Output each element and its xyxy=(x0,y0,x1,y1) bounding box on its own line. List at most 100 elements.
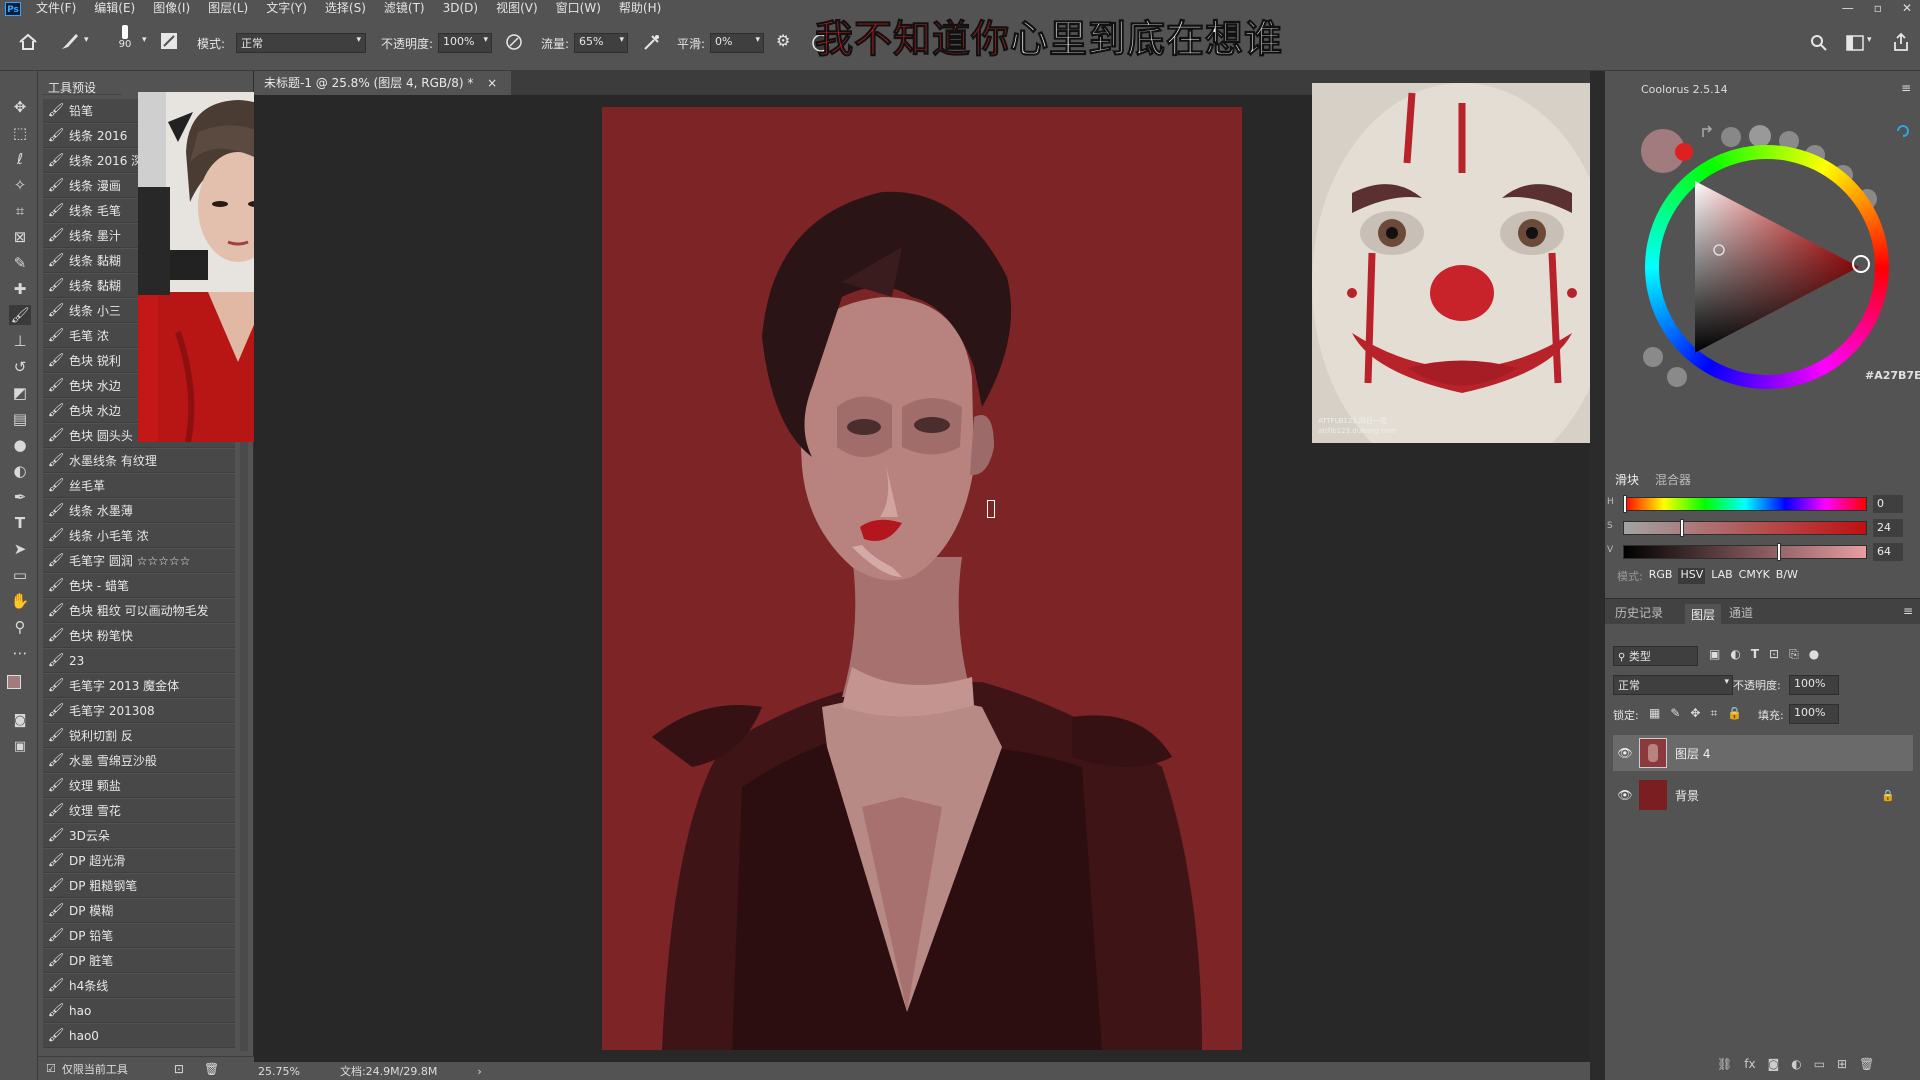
blur-icon[interactable]: ● xyxy=(9,435,31,455)
value-slider-handle[interactable] xyxy=(1777,543,1781,561)
link-icon[interactable]: ⛓ xyxy=(1717,1057,1732,1071)
flow-input[interactable]: 65% ▾ xyxy=(574,33,628,53)
home-icon[interactable] xyxy=(18,33,38,51)
lock-all-icon[interactable]: 🔒 xyxy=(1727,706,1742,721)
preset-item[interactable]: 🖌 hao xyxy=(43,999,235,1023)
tab-history[interactable]: 历史记录 xyxy=(1615,604,1663,621)
pixel-filter-icon[interactable]: ▣ xyxy=(1709,647,1720,662)
menu-type[interactable]: 文字(Y) xyxy=(257,0,316,17)
preset-item[interactable]: 🖌 水墨 雪绵豆沙般 xyxy=(43,749,235,773)
eyedropper-icon[interactable]: ✎ xyxy=(9,253,31,273)
menu-3d[interactable]: 3D(D) xyxy=(434,0,487,17)
layer-filter-select[interactable]: ⚲ 类型 xyxy=(1613,646,1698,666)
tab-channels[interactable]: 通道 xyxy=(1729,604,1753,621)
preset-item[interactable]: 🖌 线条 水墨薄 xyxy=(43,499,235,523)
tab-layers[interactable]: 图层 xyxy=(1685,604,1722,625)
gear-icon[interactable]: ⚙ xyxy=(776,31,790,50)
value-value[interactable]: 64 xyxy=(1873,543,1903,561)
dodge-icon[interactable]: ◐ xyxy=(9,461,31,481)
zoom-icon[interactable]: ⚲ xyxy=(9,617,31,637)
checkbox-checked-icon[interactable]: ☑ xyxy=(46,1062,56,1075)
preset-item[interactable]: 🖌 色块 粉笔快 xyxy=(43,624,235,648)
type-filter-icon[interactable]: T xyxy=(1751,647,1759,662)
eye-icon[interactable]: 👁 xyxy=(1613,746,1637,760)
brightness-knob-icon[interactable] xyxy=(1721,127,1741,147)
crop-icon[interactable]: ⌗ xyxy=(9,201,31,221)
rectangle-icon[interactable]: ▭ xyxy=(9,565,31,585)
mode-select[interactable]: 正常 ▾ xyxy=(236,33,366,53)
hue-slider[interactable]: H 0 xyxy=(1607,495,1917,513)
hue-slider-handle[interactable] xyxy=(1623,495,1627,513)
menu-file[interactable]: 文件(F) xyxy=(27,0,85,17)
saturation-value-triangle[interactable] xyxy=(1659,159,1875,375)
tab-sliders[interactable]: 滑块 xyxy=(1615,471,1639,488)
trash-icon[interactable]: 🗑 xyxy=(204,1062,219,1076)
chevron-down-icon[interactable]: ▾ xyxy=(142,35,147,45)
move-icon[interactable]: ✥ xyxy=(9,97,31,117)
preset-item[interactable]: 🖌 DP 超光滑 xyxy=(43,849,235,873)
brush-preset-icon[interactable] xyxy=(58,31,80,51)
chevron-down-icon[interactable]: ▾ xyxy=(84,35,89,45)
saturation-slider-handle[interactable] xyxy=(1680,519,1684,537)
menu-edit[interactable]: 编辑(E) xyxy=(85,0,144,17)
layer-row[interactable]: 👁 图层 4 xyxy=(1613,735,1913,771)
chevron-down-icon[interactable]: ▾ xyxy=(1867,35,1872,45)
preset-item[interactable]: 🖌 h4条线 xyxy=(43,974,235,998)
marquee-icon[interactable]: ⬚ xyxy=(9,123,31,143)
healing-icon[interactable]: ✚ xyxy=(9,279,31,299)
screen-mode-icon[interactable]: ▣ xyxy=(9,737,31,757)
path-select-icon[interactable]: ➤ xyxy=(9,539,31,559)
adjustment-icon[interactable]: ◐ xyxy=(1791,1057,1801,1071)
preset-item[interactable]: 🖌 丝毛革 xyxy=(43,474,235,498)
mixer-knob-icon[interactable] xyxy=(1643,347,1663,367)
tool-presets-tab[interactable]: 工具预设 xyxy=(48,79,96,96)
mask-icon[interactable]: ◙ xyxy=(1768,1057,1780,1071)
preset-item[interactable]: 🖌 hao0 xyxy=(43,1024,235,1048)
smart-object-filter-icon[interactable]: ⎘ xyxy=(1789,647,1799,662)
lock-position-icon[interactable]: ✥ xyxy=(1690,706,1700,721)
frame-icon[interactable]: ⊠ xyxy=(9,227,31,247)
close-button[interactable]: ✕ xyxy=(1902,0,1912,17)
pen-icon[interactable]: ✒ xyxy=(9,487,31,507)
close-tab-icon[interactable]: × xyxy=(487,76,497,90)
blend-mode-select[interactable]: 正常 ▾ xyxy=(1613,675,1733,695)
tab-mixer[interactable]: 混合器 xyxy=(1655,471,1691,488)
preset-item[interactable]: 🖌 纹理 雪花 xyxy=(43,799,235,823)
preset-item[interactable]: 🖌 DP 模糊 xyxy=(43,899,235,923)
smooth-input[interactable]: 0% ▾ xyxy=(710,33,764,53)
menu-help[interactable]: 帮助(H) xyxy=(610,0,670,17)
stamp-icon[interactable]: ⊥ xyxy=(9,331,31,351)
preset-item[interactable]: 🖌 23 xyxy=(43,649,235,673)
lock-pixels-icon[interactable]: ✎ xyxy=(1670,706,1680,721)
stop-knob-icon[interactable] xyxy=(1667,367,1687,387)
refresh-icon[interactable] xyxy=(1895,123,1911,139)
menu-view[interactable]: 视图(V) xyxy=(487,0,547,17)
preset-item[interactable]: 🖌 线条 小毛笔 浓 xyxy=(43,524,235,548)
eraser-icon[interactable]: ◩ xyxy=(9,383,31,403)
gradient-icon[interactable]: ▤ xyxy=(9,409,31,429)
pressure-opacity-icon[interactable] xyxy=(505,33,523,51)
menu-select[interactable]: 选择(S) xyxy=(316,0,375,17)
brush-settings-icon[interactable] xyxy=(160,32,178,50)
layer-row[interactable]: 👁 背景 🔒 xyxy=(1613,777,1913,813)
fill-input[interactable]: 100% xyxy=(1789,704,1839,724)
foreground-color-swatch[interactable] xyxy=(7,675,21,689)
document-canvas[interactable] xyxy=(602,107,1242,1050)
preset-item[interactable]: 🖌 水墨线条 有纹理 xyxy=(43,449,235,473)
brush-size-picker[interactable]: 90 xyxy=(112,25,138,61)
workspace-icon[interactable] xyxy=(1846,34,1864,52)
search-icon[interactable] xyxy=(1810,34,1828,52)
saturation-value[interactable]: 24 xyxy=(1873,519,1903,537)
preset-item[interactable]: 🖌 DP 脏笔 xyxy=(43,949,235,973)
saturation-slider[interactable]: S 24 xyxy=(1607,519,1917,537)
opacity-input[interactable]: 100% ▾ xyxy=(438,33,492,53)
maximize-button[interactable]: ▫ xyxy=(1874,0,1882,17)
menu-layer[interactable]: 图层(L) xyxy=(199,0,257,17)
new-preset-icon[interactable]: ⊡ xyxy=(174,1062,184,1076)
saturation-knob-icon[interactable] xyxy=(1749,125,1771,147)
airbrush-icon[interactable] xyxy=(642,32,662,52)
menu-image[interactable]: 图像(I) xyxy=(144,0,199,17)
menu-filter[interactable]: 滤镜(T) xyxy=(375,0,434,17)
lock-transparent-icon[interactable]: ▦ xyxy=(1649,706,1660,721)
mode-bw[interactable]: B/W xyxy=(1776,568,1798,584)
